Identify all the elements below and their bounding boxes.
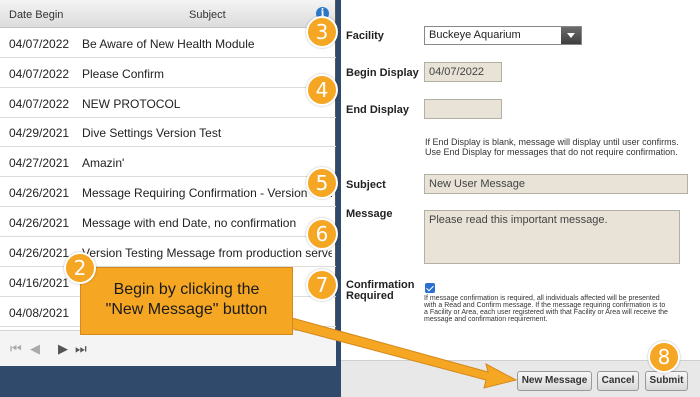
step-7-badge: 7 — [306, 269, 338, 301]
end-display-field[interactable] — [424, 99, 502, 119]
end-display-label: End Display — [346, 104, 409, 116]
column-header-subject[interactable]: Subject — [189, 9, 226, 21]
row-date: 04/08/2021 — [9, 306, 70, 320]
row-subject: NEW PROTOCOL — [82, 97, 181, 111]
cancel-button[interactable]: Cancel — [597, 371, 639, 391]
table-row[interactable]: 04/26/2021 Message Requiring Confirmatio… — [0, 178, 336, 207]
confirmation-note-line4: message and confirmation requirement. — [424, 316, 548, 323]
next-page-icon[interactable]: ▶ — [58, 341, 68, 357]
previous-page-icon[interactable]: ◀ — [30, 341, 40, 357]
confirmation-note-line1: If message confirmation is required, all… — [424, 295, 660, 302]
chevron-down-icon[interactable] — [561, 27, 581, 44]
row-date: 04/07/2022 — [9, 67, 70, 81]
step-6-badge: 6 — [306, 218, 338, 250]
confirmation-required-checkbox[interactable] — [425, 283, 435, 293]
last-page-icon[interactable]: ⏭ — [75, 341, 87, 357]
confirmation-note-line2: with a Read and Confirm message. If the … — [424, 302, 666, 309]
row-subject: Be Aware of New Health Module — [82, 37, 255, 51]
callout-text-line1: Begin by clicking the — [113, 281, 260, 298]
table-row[interactable]: 04/07/2022 NEW PROTOCOL — [0, 89, 336, 118]
row-date: 04/27/2021 — [9, 156, 70, 170]
facility-label: Facility — [346, 30, 384, 42]
end-display-note-line2: Use End Display for messages that do not… — [425, 147, 678, 157]
step-4-badge: 4 — [306, 74, 338, 106]
callout-text-line2: "New Message" button — [105, 301, 268, 318]
facility-value: Buckeye Aquarium — [429, 29, 521, 41]
table-row[interactable]: 04/26/2021 Version Testing Message from … — [0, 238, 336, 267]
table-row[interactable]: 04/29/2021 Dive Settings Version Test — [0, 118, 336, 147]
row-date: 04/16/2021 — [9, 276, 70, 290]
confirmation-label-line2: Required — [346, 290, 394, 302]
begin-display-field[interactable]: 04/07/2022 — [424, 62, 502, 82]
message-form-panel — [341, 0, 700, 397]
row-date: 04/26/2021 — [9, 246, 70, 260]
subject-field[interactable]: New User Message — [424, 174, 688, 194]
table-header: Date Begin Subject i — [0, 0, 335, 28]
begin-display-label: Begin Display — [346, 67, 419, 79]
message-label: Message — [346, 208, 393, 220]
step-8-badge: 8 — [648, 341, 680, 373]
step-2-badge: 2 — [64, 252, 96, 284]
row-subject: Please Confirm — [82, 67, 165, 81]
row-date: 04/26/2021 — [9, 186, 70, 200]
first-page-icon[interactable]: ⏮ — [10, 341, 22, 357]
row-subject: Dive Settings Version Test — [82, 126, 222, 140]
table-row[interactable]: 04/26/2021 Message with end Date, no con… — [0, 208, 336, 237]
new-message-button[interactable]: New Message — [517, 371, 592, 391]
pager: ⏮ ◀ ▶ ⏭ — [0, 330, 336, 366]
row-subject: Message Requiring Confirmation - Version… — [82, 186, 332, 200]
row-date: 04/07/2022 — [9, 37, 70, 51]
column-header-date-begin[interactable]: Date Begin — [9, 9, 63, 21]
row-date: 04/29/2021 — [9, 126, 70, 140]
step-3-badge: 3 — [306, 16, 338, 48]
row-subject: Amazin' — [82, 156, 125, 170]
row-subject: Message with end Date, no confirmation — [82, 216, 297, 230]
facility-select[interactable]: Buckeye Aquarium — [424, 26, 582, 45]
submit-button[interactable]: Submit — [645, 371, 688, 391]
screenshot-stage: Date Begin Subject i 04/07/2022 Be Aware… — [0, 0, 700, 397]
table-row[interactable]: 04/27/2021 Amazin' — [0, 148, 336, 177]
row-date: 04/26/2021 — [9, 216, 70, 230]
step-5-badge: 5 — [306, 167, 338, 199]
instruction-callout: Begin by clicking the "New Message" butt… — [80, 267, 293, 335]
table-row[interactable]: 04/07/2022 Please Confirm — [0, 59, 336, 88]
end-display-note-line1: If End Display is blank, message will di… — [425, 137, 679, 147]
table-row[interactable]: 04/07/2022 Be Aware of New Health Module — [0, 29, 336, 58]
subject-label: Subject — [346, 179, 386, 191]
row-date: 04/07/2022 — [9, 97, 70, 111]
row-subject: Version Testing Message from production … — [82, 246, 332, 260]
confirmation-note-line3: a Facility or Area, each user registered… — [424, 309, 668, 316]
message-textarea[interactable]: Please read this important message. — [424, 210, 680, 264]
